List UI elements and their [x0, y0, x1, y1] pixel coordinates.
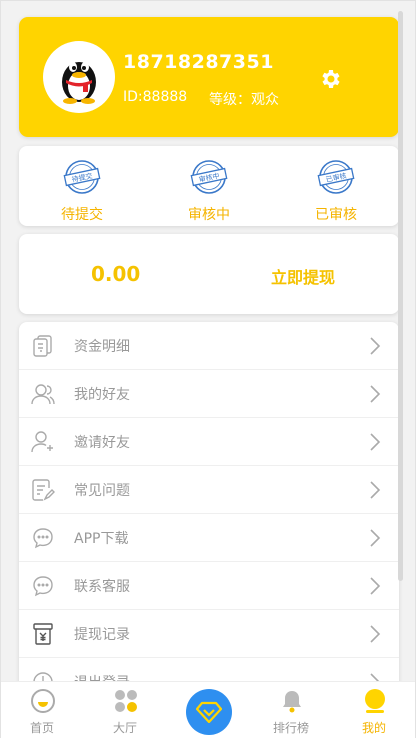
- chat-bubble-icon: [33, 576, 53, 597]
- user-id: ID:88888: [123, 89, 188, 105]
- chevron-right-icon: [370, 577, 381, 595]
- menu-item-label: 我的好友: [74, 386, 130, 403]
- menu-item-label: APP下载: [74, 530, 129, 547]
- scrollbar[interactable]: [398, 11, 403, 581]
- status-pending-submit[interactable]: 待提交 待提交: [32, 158, 132, 224]
- menu-item-invite-friends[interactable]: 邀请好友: [19, 418, 399, 466]
- nav-center-button[interactable]: [186, 689, 232, 735]
- menu-item-label: 资金明细: [74, 338, 130, 355]
- chevron-right-icon: [370, 337, 381, 355]
- stamp-icon: 待提交: [63, 160, 101, 194]
- chevron-right-icon: [370, 529, 381, 547]
- menu-item-label: 常见问题: [74, 482, 130, 499]
- chevron-right-icon: [370, 385, 381, 403]
- logout-icon: [33, 672, 53, 681]
- menu-item-my-friends[interactable]: 我的好友: [19, 370, 399, 418]
- faq-document-icon: [32, 479, 55, 501]
- menu-item-app-download[interactable]: APP下载: [19, 514, 399, 562]
- nav-mine[interactable]: 我的: [344, 682, 404, 738]
- menu-item-fund-detail[interactable]: 资金明细: [19, 322, 399, 370]
- scroll-area[interactable]: 18718287351 ID:88888 等级：观众 待提交 待提交 审核中 审: [1, 1, 406, 681]
- withdraw-button[interactable]: 立即提现: [271, 264, 335, 288]
- menu-item-label: 联系客服: [74, 578, 130, 595]
- avatar[interactable]: [43, 41, 115, 113]
- profile-card: 18718287351 ID:88888 等级：观众: [19, 17, 399, 137]
- user-face-icon: [365, 689, 385, 713]
- nav-label: 我的: [361, 721, 386, 735]
- stamp-icon: 已审核: [317, 160, 355, 194]
- status-reviewed[interactable]: 已审核 已审核: [286, 158, 386, 224]
- user-level: 等级：观众: [209, 92, 279, 108]
- status-label: 审核中: [188, 207, 230, 223]
- home-face-icon: [31, 689, 55, 713]
- nav-label: 大厅: [112, 721, 137, 735]
- qq-penguin-icon: [62, 62, 96, 104]
- menu-item-customer-service[interactable]: 联系客服: [19, 562, 399, 610]
- nav-label: 排行榜: [272, 721, 309, 735]
- balance-amount: 0.00: [91, 262, 141, 286]
- gear-icon[interactable]: [319, 67, 343, 91]
- friends-icon: [31, 384, 55, 405]
- menu-item-withdraw-records[interactable]: 提现记录: [19, 610, 399, 658]
- chevron-right-icon: [370, 481, 381, 499]
- stamp-icon: 审核中: [190, 160, 228, 194]
- menu-item-faq[interactable]: 常见问题: [19, 466, 399, 514]
- nav-hall[interactable]: 大厅: [95, 682, 155, 738]
- menu-item-label: 退出登录: [74, 672, 130, 682]
- status-label: 待提交: [61, 207, 103, 223]
- diamond-icon: [196, 701, 222, 723]
- grid-dots-icon: [115, 690, 137, 712]
- menu-item-logout[interactable]: 退出登录: [19, 658, 399, 681]
- chevron-right-icon: [370, 673, 380, 681]
- chat-bubble-icon: [33, 528, 53, 549]
- status-label: 已审核: [315, 207, 357, 223]
- user-phone: 18718287351: [123, 51, 274, 73]
- menu-item-label: 提现记录: [74, 626, 130, 643]
- menu-item-label: 邀请好友: [74, 434, 130, 451]
- nav-ranking[interactable]: 排行榜: [261, 682, 321, 738]
- chevron-right-icon: [370, 433, 381, 451]
- order-status-card: 待提交 待提交 审核中 审核中 已审核 已审核: [19, 146, 399, 226]
- nav-label: 首页: [29, 721, 54, 735]
- bell-icon: [283, 691, 301, 713]
- yen-record-icon: [33, 623, 53, 645]
- chevron-right-icon: [370, 625, 381, 643]
- bottom-nav: 首页 大厅 排行榜 我的: [1, 681, 415, 738]
- menu-list: 资金明细 我的好友 邀请好友 常见问题 APP下载 联系客服 提现记录: [19, 322, 399, 681]
- status-under-review[interactable]: 审核中 审核中: [159, 158, 259, 224]
- nav-home[interactable]: 首页: [12, 682, 72, 738]
- fund-detail-icon: [33, 335, 52, 357]
- wallet-card: 0.00 立即提现: [19, 234, 399, 314]
- invite-user-icon: [31, 431, 53, 453]
